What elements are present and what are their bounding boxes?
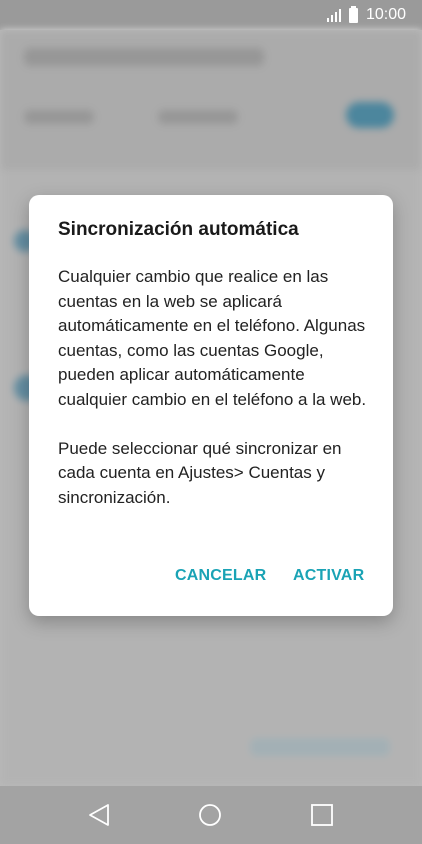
- back-triangle-icon[interactable]: [86, 802, 112, 828]
- status-bar: 10:00: [0, 0, 422, 30]
- dialog-title: Sincronización automática: [58, 219, 299, 240]
- signal-icon: [326, 8, 341, 22]
- recent-apps-square-icon[interactable]: [309, 802, 335, 828]
- phone-screen: 10:00 Sincronización automática Cualquie…: [0, 0, 422, 844]
- status-indicators: 10:00: [326, 5, 406, 25]
- home-circle-icon[interactable]: [197, 802, 223, 828]
- dialog-actions: CANCELAR ACTIVAR: [29, 567, 393, 591]
- auto-sync-dialog: Sincronización automática Cualquier camb…: [29, 195, 393, 616]
- status-time: 10:00: [365, 6, 406, 23]
- dialog-paragraph: Cualquier cambio que realice en las cuen…: [58, 267, 367, 409]
- dialog-paragraph: Puede seleccionar qué sincronizar en cad…: [58, 438, 342, 507]
- activate-button[interactable]: ACTIVAR: [293, 567, 364, 585]
- navigation-bar: [0, 786, 422, 844]
- cancel-button[interactable]: CANCELAR: [175, 567, 266, 585]
- battery-icon: [348, 5, 358, 23]
- dialog-body: Cualquier cambio que realice en las cuen…: [58, 265, 367, 510]
